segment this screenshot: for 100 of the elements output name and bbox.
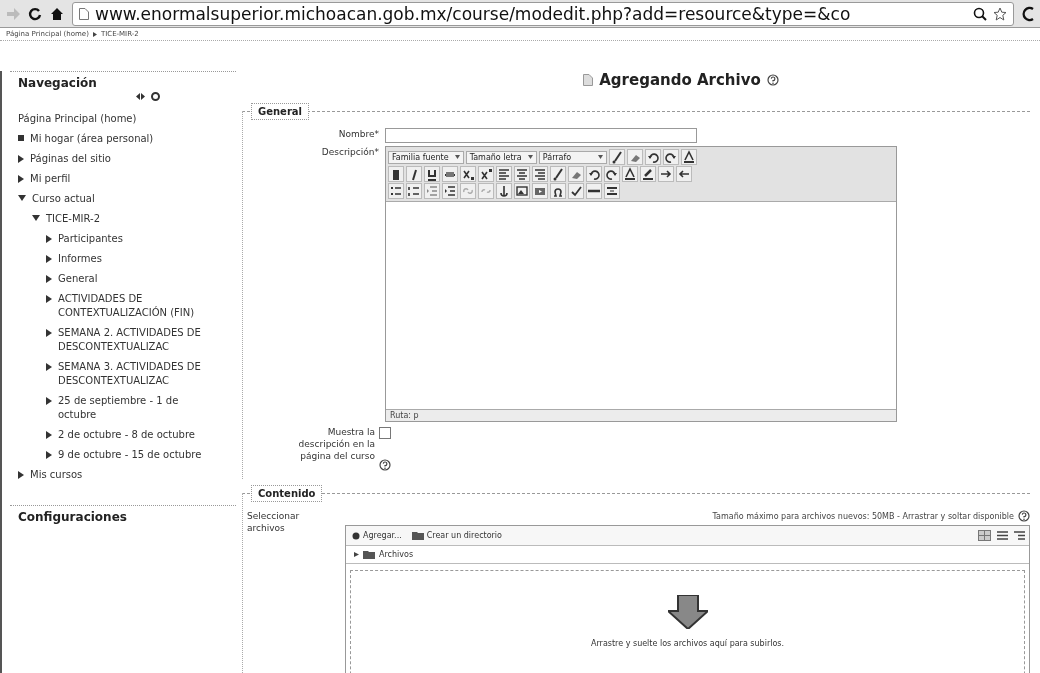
collapsed-arrow-icon[interactable] xyxy=(46,431,52,439)
navigation-item[interactable]: ACTIVIDADES DE CONTEXTUALIZACIÓN (FIN) xyxy=(58,292,218,320)
section-legend[interactable]: General xyxy=(251,103,309,120)
align-right-icon[interactable] xyxy=(532,166,548,182)
navigation-item[interactable]: Página Principal (home) xyxy=(18,112,137,126)
caret-icon xyxy=(527,155,533,159)
navigation-item[interactable]: SEMANA 2. ACTIVIDADES DE DESCONTEXTUALIZAC xyxy=(58,326,218,354)
caret-icon xyxy=(597,155,603,159)
name-input-field[interactable] xyxy=(385,128,697,143)
media-icon[interactable] xyxy=(532,183,548,199)
breadcrumb-arrow-icon xyxy=(92,31,97,37)
expanded-arrow-icon[interactable] xyxy=(32,215,40,221)
eraser-icon[interactable] xyxy=(568,166,584,182)
folder-icon xyxy=(363,550,375,559)
field-label: Seleccionar archivos xyxy=(246,510,301,534)
navigation-item[interactable]: Páginas del sitio xyxy=(30,152,111,166)
navigation-item[interactable]: General xyxy=(58,272,98,286)
block-title: Navegación xyxy=(18,76,98,90)
help-icon[interactable] xyxy=(1018,510,1030,522)
reload-icon[interactable] xyxy=(28,6,42,21)
folder-icon xyxy=(411,531,424,540)
add-button[interactable]: Agregar... xyxy=(350,530,404,541)
tree-view-icon[interactable] xyxy=(1014,530,1025,541)
help-icon[interactable] xyxy=(379,459,391,471)
strikethrough-icon[interactable] xyxy=(442,166,458,182)
undo-icon[interactable] xyxy=(644,149,661,165)
align-center-icon[interactable] xyxy=(514,166,530,182)
page-title: Agregando Archivo xyxy=(599,71,761,89)
editor-path: Ruta: p xyxy=(386,409,896,421)
underline-icon[interactable] xyxy=(424,166,440,182)
align-left-icon[interactable] xyxy=(496,166,512,182)
bulleted-list-icon[interactable] xyxy=(388,183,404,199)
undo-icon[interactable] xyxy=(586,166,602,182)
list-view-icon[interactable] xyxy=(997,530,1008,541)
numbered-list-icon[interactable] xyxy=(406,183,422,199)
bold-icon[interactable] xyxy=(388,166,404,182)
navigation-item[interactable]: Mi hogar (área personal) xyxy=(30,132,154,146)
navigation-item[interactable]: 2 de octubre - 8 de octubre xyxy=(58,428,195,442)
italic-icon[interactable] xyxy=(406,166,422,182)
navigation-item[interactable]: Mis cursos xyxy=(30,468,83,482)
circle-icon xyxy=(352,531,360,540)
star-icon[interactable] xyxy=(993,6,1007,21)
indent-icon[interactable] xyxy=(442,183,458,199)
font-family-dropdown[interactable]: Familia fuente xyxy=(388,150,464,164)
navigation-item[interactable]: 9 de octubre - 15 de octubre xyxy=(58,448,202,462)
redo-icon[interactable] xyxy=(604,166,620,182)
expanded-arrow-icon[interactable] xyxy=(18,195,26,201)
navigation-item[interactable]: TICE-MIR-2 xyxy=(46,212,101,226)
page-break-icon[interactable] xyxy=(604,183,620,199)
collapsed-arrow-icon[interactable] xyxy=(46,363,52,371)
highlight-icon[interactable] xyxy=(640,166,656,182)
move-icon[interactable] xyxy=(136,92,145,101)
checkbox[interactable] xyxy=(379,427,391,439)
collapsed-arrow-icon[interactable] xyxy=(46,451,52,459)
navigation-item[interactable]: SEMANA 3. ACTIVIDADES DE DESCONTEXTUALIZAC xyxy=(58,360,218,388)
section-legend[interactable]: Contenido xyxy=(251,485,323,502)
field-label: Muestra la descripción en la página del curso xyxy=(297,426,375,462)
collapsed-arrow-icon[interactable] xyxy=(18,155,24,163)
collapsed-arrow-icon[interactable] xyxy=(18,175,24,183)
navigation-item[interactable]: Informes xyxy=(58,252,102,266)
folder-path[interactable]: Archivos xyxy=(379,550,414,559)
collapsed-arrow-icon[interactable] xyxy=(46,275,52,283)
collapsed-arrow-icon[interactable] xyxy=(46,329,52,337)
drop-hint: Arrastre y suelte los archivos aquí para subirlos. xyxy=(591,639,784,648)
subscript-icon[interactable] xyxy=(460,166,476,182)
spellcheck-icon[interactable] xyxy=(568,183,584,199)
navigation-item[interactable]: Curso actual xyxy=(32,192,95,206)
anchor-icon[interactable] xyxy=(496,183,512,199)
text-color-icon[interactable] xyxy=(680,149,697,165)
collapsed-arrow-icon[interactable] xyxy=(46,235,52,243)
create-folder-button[interactable]: Crear un directorio xyxy=(409,530,504,541)
navigation-item[interactable]: Participantes xyxy=(58,232,123,246)
collapsed-arrow-icon[interactable] xyxy=(46,397,52,405)
page-icon xyxy=(79,7,89,20)
navigation-item[interactable]: 25 de septiembre - 1 de octubre xyxy=(58,394,218,422)
address-bar[interactable]: www.enormalsuperior.michoacan.gob.mx/course/modedit.php?add=resource&type=&co xyxy=(72,1,1014,26)
limits-text: Tamaño máximo para archivos nuevos: 50MB - Arrastrar y soltar disponible xyxy=(712,511,1014,521)
collapsed-arrow-icon[interactable] xyxy=(18,471,24,479)
field-label: Descripción* xyxy=(320,146,379,158)
format-dropdown[interactable]: Párrafo xyxy=(538,150,607,164)
eraser-icon[interactable] xyxy=(626,149,643,165)
grid-view-icon[interactable] xyxy=(978,530,991,541)
drop-zone[interactable]: Arrastre y suelte los archivos aquí para subirlos. xyxy=(350,570,1025,673)
search-icon[interactable] xyxy=(973,6,987,21)
superscript-icon[interactable] xyxy=(478,166,494,182)
navigation-item[interactable]: Mi perfil xyxy=(30,172,71,186)
help-icon[interactable] xyxy=(766,74,779,86)
arrow-icon xyxy=(354,552,359,557)
collapsed-arrow-icon[interactable] xyxy=(46,295,52,303)
description-editor[interactable]: Familia fuente Tamaño letra Párrafo Ruta: p xyxy=(385,146,897,422)
text-color-icon[interactable] xyxy=(622,166,638,182)
home-icon[interactable] xyxy=(50,6,64,21)
font-size-dropdown[interactable]: Tamaño letra xyxy=(465,150,537,164)
bullet-icon xyxy=(18,135,24,141)
collapsed-arrow-icon[interactable] xyxy=(46,255,52,263)
redo-icon[interactable] xyxy=(662,149,679,165)
image-icon[interactable] xyxy=(514,183,530,199)
caret-icon xyxy=(454,155,460,159)
omega-icon[interactable] xyxy=(550,183,566,199)
block-title: Configuraciones xyxy=(18,510,128,524)
